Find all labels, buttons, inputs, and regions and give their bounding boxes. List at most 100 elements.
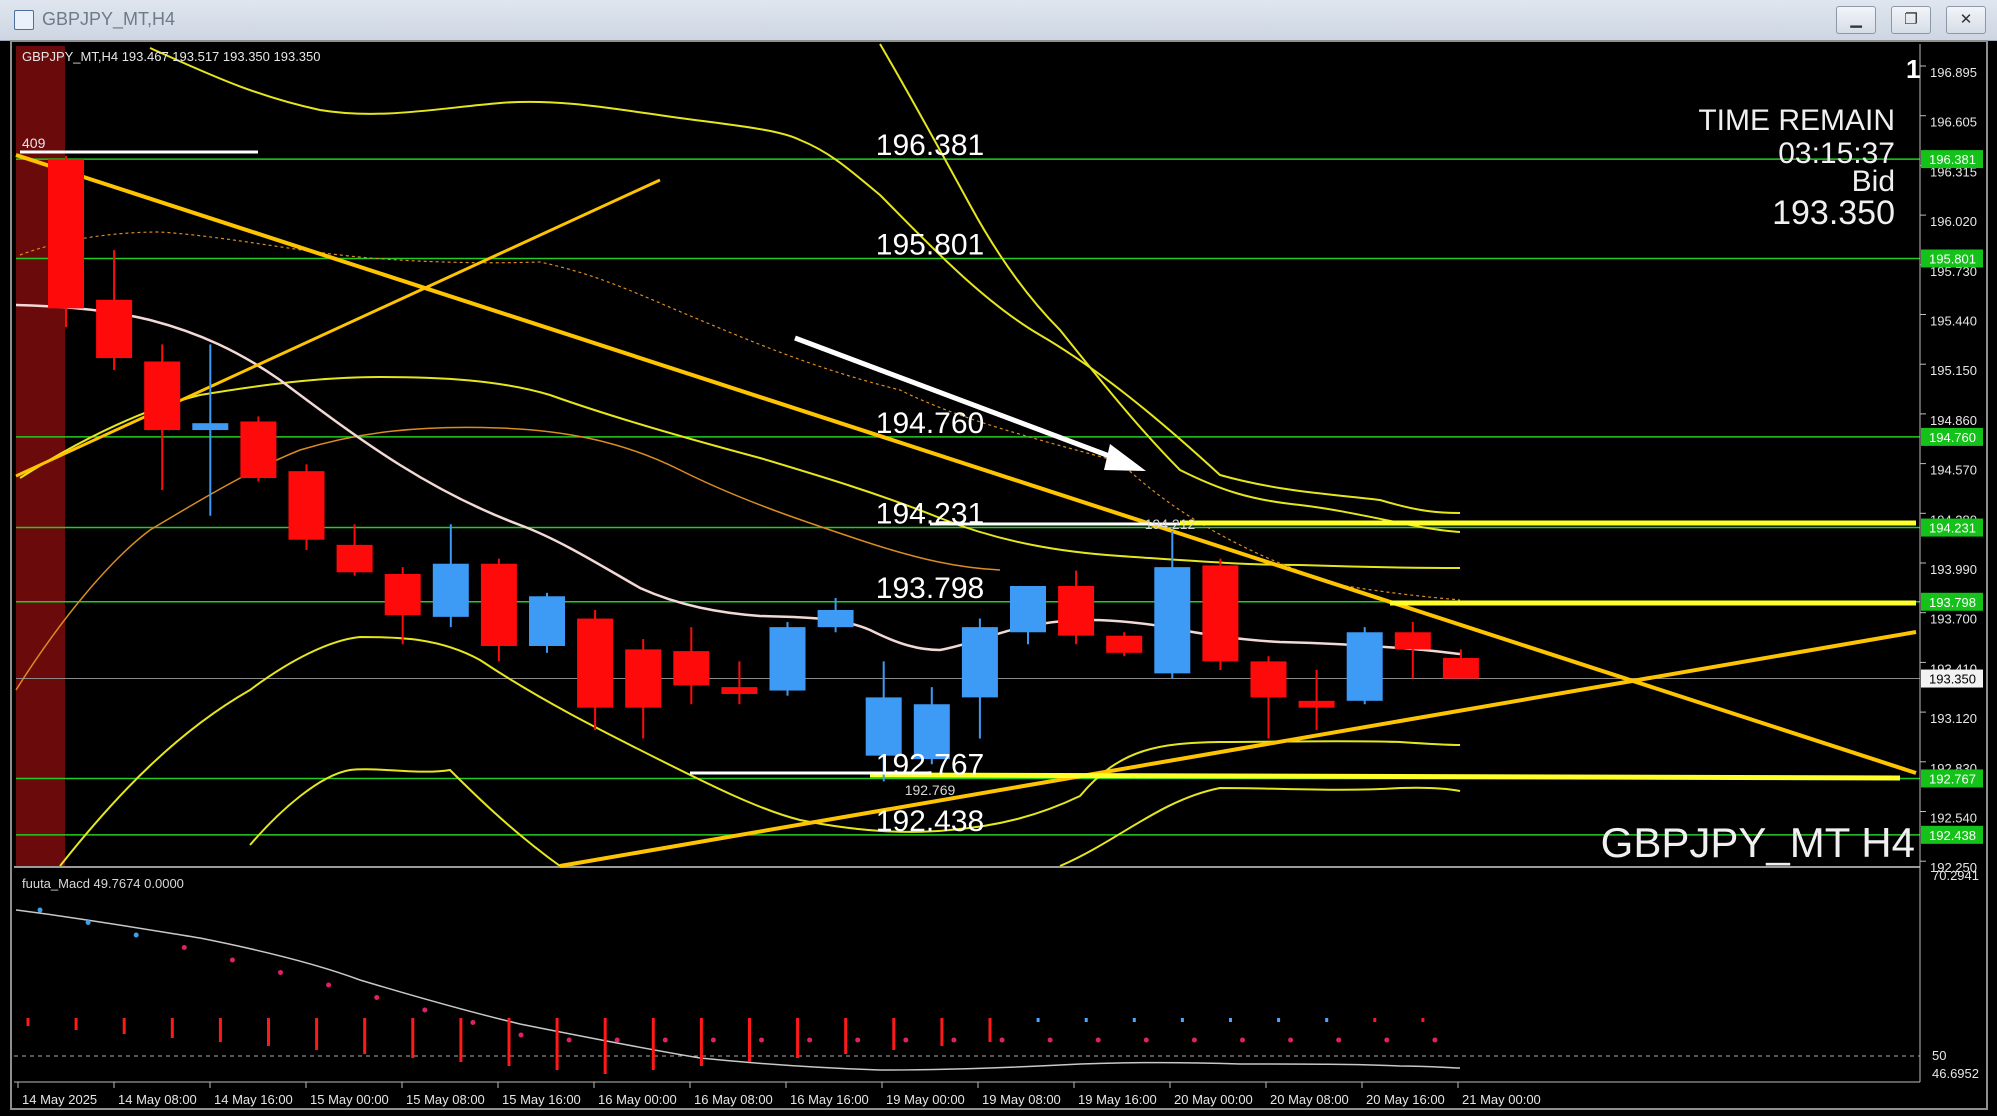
bull-candle[interactable] bbox=[961, 627, 998, 698]
bear-candle[interactable] bbox=[577, 618, 614, 708]
macd-dot bbox=[1191, 1037, 1197, 1043]
bull-candle[interactable] bbox=[432, 563, 469, 617]
macd-histogram-bar bbox=[796, 1018, 800, 1058]
macd-histogram-bar bbox=[603, 1018, 607, 1074]
price-axis-tag-label: 192.438 bbox=[1929, 828, 1976, 843]
bid-value: 193.350 bbox=[1772, 194, 1895, 232]
bear-candle[interactable] bbox=[1298, 700, 1335, 708]
macd-dot bbox=[1143, 1037, 1149, 1043]
level-label: 192.438 bbox=[876, 805, 984, 838]
trend-arrow-shaft bbox=[794, 335, 1121, 463]
macd-dot bbox=[1095, 1037, 1101, 1043]
corner-mark: 1 bbox=[1906, 54, 1920, 84]
bull-candle[interactable] bbox=[769, 627, 806, 691]
bear-candle[interactable] bbox=[480, 563, 517, 646]
macd-histogram-bar bbox=[1373, 1018, 1377, 1022]
bull-candle[interactable] bbox=[1010, 585, 1046, 633]
bear-candle[interactable] bbox=[144, 361, 181, 431]
price-tick-label: 195.440 bbox=[1930, 314, 1977, 329]
price-tick-label: 194.860 bbox=[1930, 413, 1977, 428]
price-axis-tag-label: 195.801 bbox=[1929, 251, 1976, 266]
bear-candle[interactable] bbox=[1202, 565, 1239, 662]
macd-dot bbox=[1047, 1037, 1053, 1043]
bear-candle[interactable] bbox=[1250, 661, 1287, 698]
macd-histogram-bar bbox=[507, 1018, 511, 1066]
lower-band-outer bbox=[249, 768, 561, 867]
macd-dot bbox=[759, 1037, 764, 1043]
bull-candle[interactable] bbox=[1346, 632, 1383, 701]
indicator-axis-label: 70.2941 bbox=[1932, 868, 1979, 883]
macd-histogram-bar bbox=[74, 1018, 78, 1030]
price-axis-tag-label: 194.760 bbox=[1929, 430, 1976, 445]
symbol-watermark: GBPJPY_MT H4 bbox=[1601, 819, 1915, 866]
macd-histogram-bar bbox=[122, 1018, 126, 1034]
time-tick-label: 16 May 16:00 bbox=[790, 1092, 869, 1107]
bull-candle[interactable] bbox=[1154, 567, 1191, 674]
price-tick-label: 196.605 bbox=[1930, 115, 1977, 130]
bear-candle[interactable] bbox=[96, 299, 133, 359]
bear-candle[interactable] bbox=[336, 544, 373, 573]
support-zone-line bbox=[869, 772, 1901, 781]
bear-candle[interactable] bbox=[240, 421, 277, 479]
bear-candle[interactable] bbox=[673, 651, 710, 686]
level-label: 194.231 bbox=[876, 498, 984, 531]
macd-histogram-bar bbox=[218, 1018, 222, 1042]
bear-candle[interactable] bbox=[1394, 632, 1431, 650]
level-label: 193.798 bbox=[876, 572, 984, 605]
macd-dot bbox=[518, 1032, 524, 1038]
macd-dot bbox=[37, 907, 43, 913]
macd-histogram-bar bbox=[170, 1018, 174, 1038]
bull-candle[interactable] bbox=[192, 423, 229, 431]
macd-histogram-bar bbox=[1421, 1018, 1425, 1022]
price-tick-label: 195.150 bbox=[1930, 363, 1977, 378]
bear-candle[interactable] bbox=[48, 159, 84, 309]
left-price-label: 409 bbox=[22, 135, 46, 151]
bull-candle[interactable] bbox=[529, 596, 565, 646]
macd-dot bbox=[278, 970, 283, 975]
macd-histogram-bar bbox=[699, 1018, 703, 1066]
bear-candle[interactable] bbox=[721, 687, 758, 694]
macd-dot bbox=[903, 1037, 909, 1043]
indicator-axis-label: 46.6952 bbox=[1932, 1066, 1979, 1081]
time-tick-label: 15 May 16:00 bbox=[502, 1092, 581, 1107]
bear-candle[interactable] bbox=[625, 649, 662, 708]
level-label: 195.801 bbox=[876, 228, 984, 261]
bear-candle[interactable] bbox=[1442, 657, 1479, 679]
price-tick-label: 192.540 bbox=[1930, 811, 1977, 826]
price-chart[interactable]: 196.381 195.801 194.760 194.231 193.798 192.7… bbox=[0, 0, 1997, 1116]
time-tick-label: 20 May 08:00 bbox=[1270, 1092, 1349, 1107]
macd-dot bbox=[326, 982, 332, 988]
macd-dot bbox=[614, 1037, 620, 1043]
price-tick-label: 194.570 bbox=[1930, 463, 1977, 478]
macd-dot bbox=[1336, 1037, 1342, 1043]
bear-candle[interactable] bbox=[384, 573, 421, 616]
time-tick-label: 14 May 08:00 bbox=[118, 1092, 197, 1107]
macd-histogram-bar bbox=[1277, 1018, 1281, 1022]
macd-histogram-bar bbox=[315, 1018, 319, 1050]
bear-candle[interactable] bbox=[1106, 635, 1143, 653]
macd-histogram-bar bbox=[1229, 1018, 1232, 1022]
macd-histogram-bar bbox=[1180, 1018, 1184, 1022]
macd-dot bbox=[951, 1037, 957, 1043]
macd-histogram-bar bbox=[892, 1018, 896, 1050]
macd-histogram-bar bbox=[940, 1018, 944, 1046]
price-tick-label: 193.990 bbox=[1930, 562, 1977, 577]
macd-dot bbox=[662, 1037, 668, 1043]
upper-band-outer bbox=[149, 47, 1461, 514]
bull-candle[interactable] bbox=[865, 697, 902, 756]
macd-histogram-bar bbox=[988, 1018, 992, 1042]
macd-dot bbox=[999, 1037, 1005, 1043]
macd-dot bbox=[374, 995, 380, 1000]
trend-arrow-head bbox=[1104, 444, 1146, 471]
macd-dot bbox=[855, 1037, 861, 1043]
price-tick-label: 196.895 bbox=[1930, 65, 1977, 80]
macd-histogram-bar bbox=[26, 1018, 30, 1026]
macd-histogram-bar bbox=[555, 1018, 559, 1070]
bear-candle[interactable] bbox=[1058, 585, 1095, 636]
bull-candle[interactable] bbox=[817, 609, 854, 628]
macd-histogram-bar bbox=[411, 1018, 415, 1058]
upper-band-inner bbox=[879, 43, 1461, 533]
bear-candle[interactable] bbox=[288, 471, 325, 540]
price-axis-tag-label: 193.798 bbox=[1929, 595, 1976, 610]
macd-dot bbox=[133, 932, 139, 938]
